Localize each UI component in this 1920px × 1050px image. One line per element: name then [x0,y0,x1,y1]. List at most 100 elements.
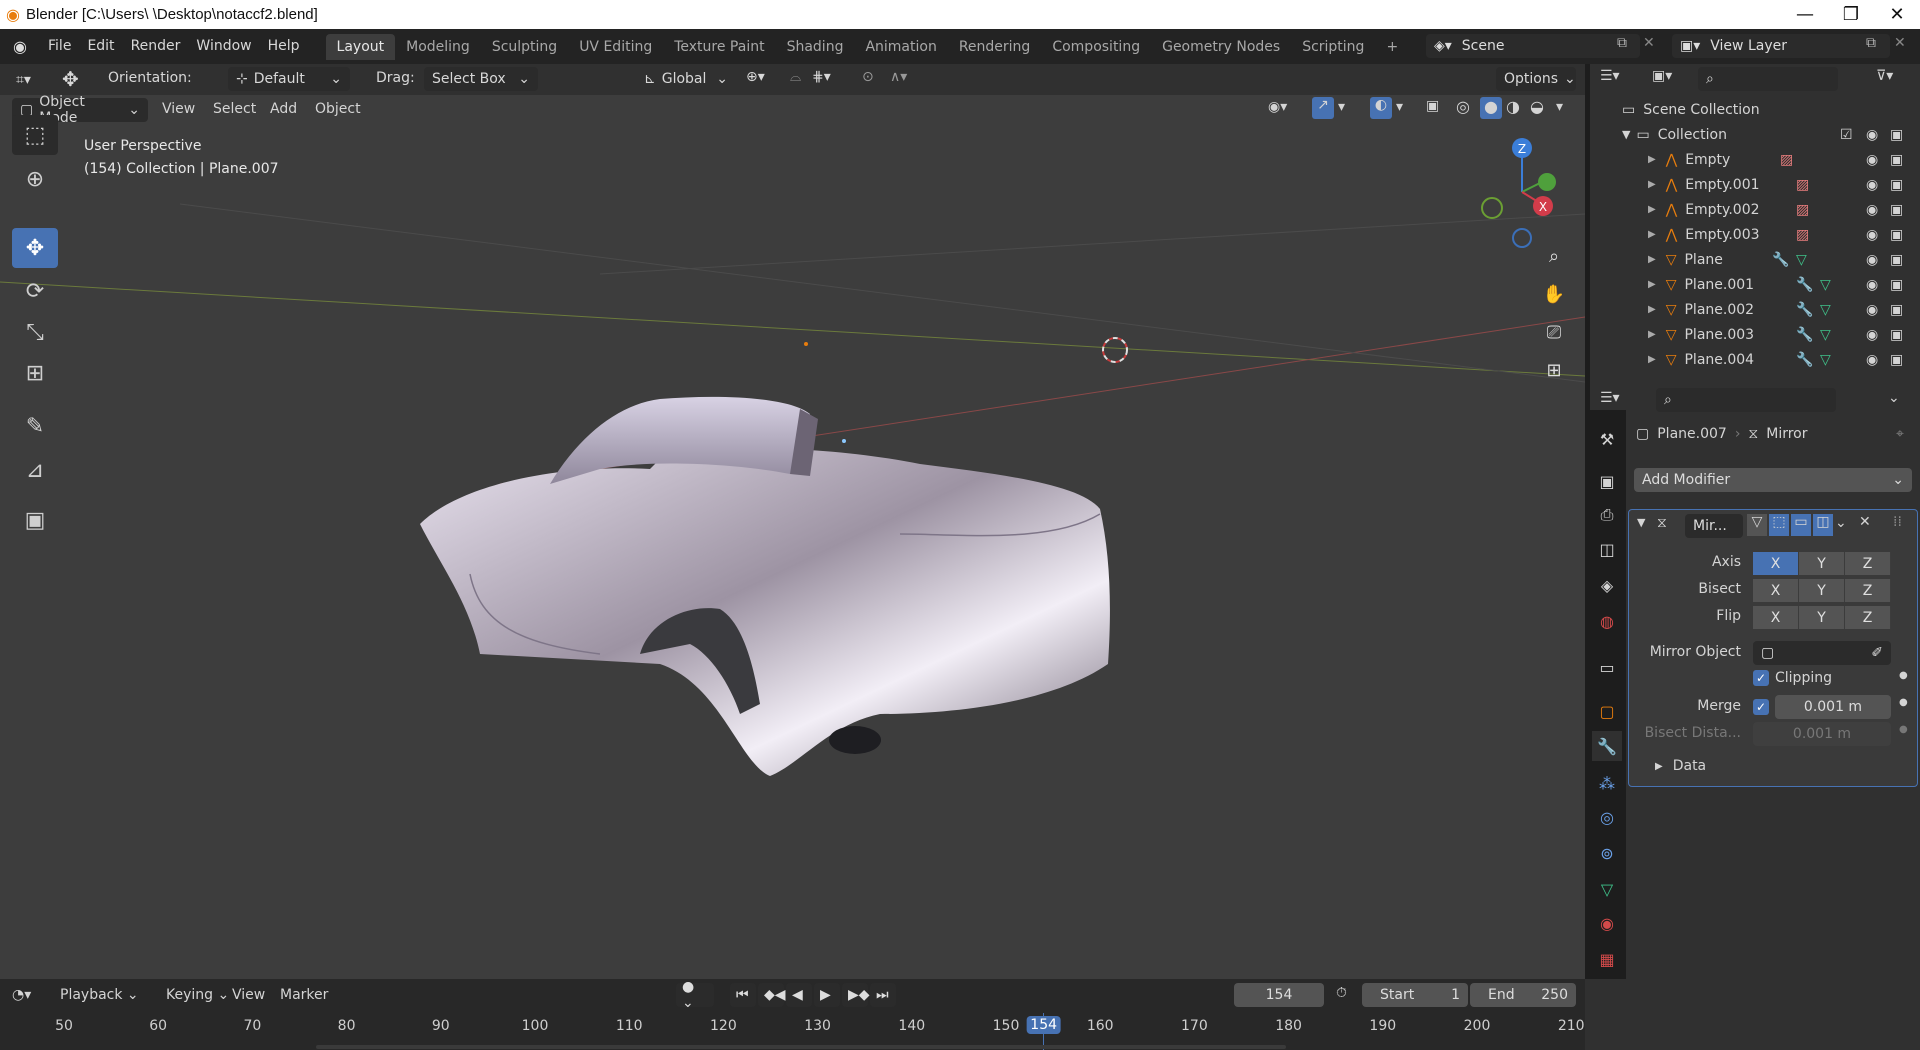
modifier-indicator-icon[interactable]: 🔧 [1796,277,1813,293]
visibility-eye-icon[interactable]: ◉ [1866,327,1878,343]
menu-edit[interactable]: Edit [79,29,122,64]
modifier-indicator-icon[interactable]: 🔧 [1796,352,1813,368]
outliner-item[interactable]: ▶ ⋀ Empty ▨ ◉ ▣ [1590,147,1920,172]
play-reverse-icon[interactable]: ◀ [786,983,812,1007]
exclude-checkbox-icon[interactable]: ☑ [1840,127,1853,143]
flip-y-button[interactable]: Y [1799,606,1845,629]
new-scene-icon[interactable]: ⧉ [1617,35,1627,51]
world-tab-icon[interactable]: ◍ [1592,606,1622,636]
outliner-item[interactable]: ▶ ⋀ Empty.001 ▨ ◉ ▣ [1590,172,1920,197]
menu-window[interactable]: Window [188,29,259,64]
constraints-tab-icon[interactable]: ⊚ [1592,838,1622,868]
zoom-icon[interactable]: ⌕ [1538,240,1570,272]
image-empty-icon[interactable]: ▨ [1796,227,1809,243]
render-camera-icon[interactable]: ▣ [1890,352,1903,368]
outliner-item[interactable]: ▶ ▽ Plane.001 🔧 ▽ ◉ ▣ [1590,272,1920,297]
annotate-tool-icon[interactable]: ✎ [12,406,58,446]
collapse-arrow-icon[interactable]: ▼ [1637,516,1645,529]
bisect-distance-field[interactable]: 0.001 m [1753,722,1891,746]
output-tab-icon[interactable]: ⎙ [1592,500,1622,530]
expand-arrow-icon[interactable]: ▼ [1622,128,1630,141]
image-empty-icon[interactable]: ▨ [1796,177,1809,193]
keying-menu[interactable]: Keying ⌄ [166,987,229,1003]
edit-mode-icon[interactable]: ▽ [1747,514,1767,536]
add-workspace-icon[interactable]: + [1375,34,1409,60]
viewport-display-icon[interactable]: ▭ [1791,514,1811,536]
outliner-item[interactable]: ▶ ▽ Plane.002 🔧 ▽ ◉ ▣ [1590,297,1920,322]
mesh-data-icon[interactable]: ▽ [1820,302,1831,318]
measure-tool-icon[interactable]: ⊿ [12,450,58,490]
mesh-data-icon[interactable]: ▽ [1820,352,1831,368]
expand-arrow-icon[interactable]: ▶ [1648,354,1656,365]
modifier-menu-icon[interactable]: ⌄ [1835,515,1847,531]
outliner-editor-type-icon[interactable]: ☰▾ [1600,68,1620,84]
ortho-grid-icon[interactable]: ⊞ [1538,354,1570,386]
modifier-indicator-icon[interactable]: 🔧 [1772,252,1789,268]
clipping-keyframe-icon[interactable]: ● [1899,670,1908,681]
render-camera-icon[interactable]: ▣ [1890,202,1903,218]
expand-arrow-icon[interactable]: ▶ [1648,254,1656,265]
rotate-tool-icon[interactable]: ⟳ [12,271,58,311]
modifier-tab-icon[interactable]: 🔧 [1592,731,1622,761]
visibility-eye-icon[interactable]: ◉ [1866,302,1878,318]
drag-handle-icon[interactable]: ⁞⁞ [1893,514,1902,530]
scale-tool-icon[interactable]: ⤡ [12,312,58,352]
menu-file[interactable]: File [40,29,79,64]
expand-arrow-icon[interactable]: ▶ [1648,204,1656,215]
collection-tab-icon[interactable]: ▭ [1592,652,1622,682]
visibility-eye-icon[interactable]: ◉ [1866,127,1878,143]
modifier-name-field[interactable]: Mir... [1685,514,1743,538]
transform-tool-icon[interactable]: ⊞ [12,353,58,393]
menu-render[interactable]: Render [123,29,189,64]
merge-keyframe-icon[interactable]: ● [1899,697,1908,708]
view-layer-selector[interactable]: ▣▾ View Layer [1672,34,1890,58]
tab-scripting[interactable]: Scripting [1291,34,1375,60]
collection-row[interactable]: ▼ ▭ Collection ☑ ◉ ▣ [1590,122,1920,147]
timeline-editor-type-icon[interactable]: ◔▾ [12,987,31,1003]
bisect-x-button[interactable]: X [1753,579,1799,602]
axis-x-button[interactable]: X [1753,552,1799,575]
modifier-indicator-icon[interactable]: 🔧 [1796,302,1813,318]
remove-modifier-icon[interactable]: ✕ [1859,514,1871,530]
scene-tab-icon[interactable]: ◈ [1592,570,1622,600]
outliner-item[interactable]: ▶ ⋀ Empty.002 ▨ ◉ ▣ [1590,197,1920,222]
clipping-checkbox[interactable]: ✓ Clipping [1753,670,1832,686]
visibility-eye-icon[interactable]: ◉ [1866,227,1878,243]
bisect-z-button[interactable]: Z [1845,579,1891,602]
properties-options-icon[interactable]: ⌄ [1888,390,1900,406]
tab-compositing[interactable]: Compositing [1041,34,1151,60]
expand-arrow-icon[interactable]: ▶ [1648,304,1656,315]
menu-help[interactable]: Help [260,29,308,64]
axis-z-button[interactable]: Z [1845,552,1891,575]
play-icon[interactable]: ▶ [814,983,840,1007]
expand-arrow-icon[interactable]: ▶ [1648,179,1656,190]
timeline-marker-menu[interactable]: Marker [280,987,328,1003]
visibility-eye-icon[interactable]: ◉ [1866,152,1878,168]
render-camera-icon[interactable]: ▣ [1890,177,1903,193]
move-tool-button-icon[interactable]: ✥ [12,228,58,268]
mirror-object-field[interactable]: ▢ ✐ [1753,641,1891,665]
render-camera-icon[interactable]: ▣ [1890,302,1903,318]
expand-arrow-icon[interactable]: ▶ [1655,761,1663,772]
render-tab-icon[interactable]: ▣ [1592,466,1622,496]
add-modifier-button[interactable]: Add Modifier ⌄ [1634,468,1912,492]
expand-arrow-icon[interactable]: ▶ [1648,279,1656,290]
flip-x-button[interactable]: X [1753,606,1799,629]
render-camera-icon[interactable]: ▣ [1890,152,1903,168]
visibility-eye-icon[interactable]: ◉ [1866,252,1878,268]
start-frame-field[interactable]: Start 1 [1362,983,1468,1007]
merge-check-icon[interactable]: ✓ [1753,699,1769,715]
jump-keyframe-forward-icon[interactable]: ▶◆ [842,983,870,1007]
mesh-data-icon[interactable]: ▽ [1820,327,1831,343]
add-cube-tool-icon[interactable]: ▣ [12,500,58,540]
tab-layout[interactable]: Layout [325,33,396,60]
render-camera-icon[interactable]: ▣ [1890,127,1903,143]
visibility-eye-icon[interactable]: ◉ [1866,352,1878,368]
timeline-scrollbar[interactable] [316,1045,1286,1049]
playback-menu[interactable]: Playback ⌄ [60,987,139,1003]
cursor-tool-icon[interactable]: ⊕ [12,159,58,199]
new-view-layer-icon[interactable]: ⧉ [1866,35,1876,51]
camera-view-icon[interactable]: ⎚ [1538,316,1570,348]
render-camera-icon[interactable]: ▣ [1890,327,1903,343]
flip-z-button[interactable]: Z [1845,606,1891,629]
